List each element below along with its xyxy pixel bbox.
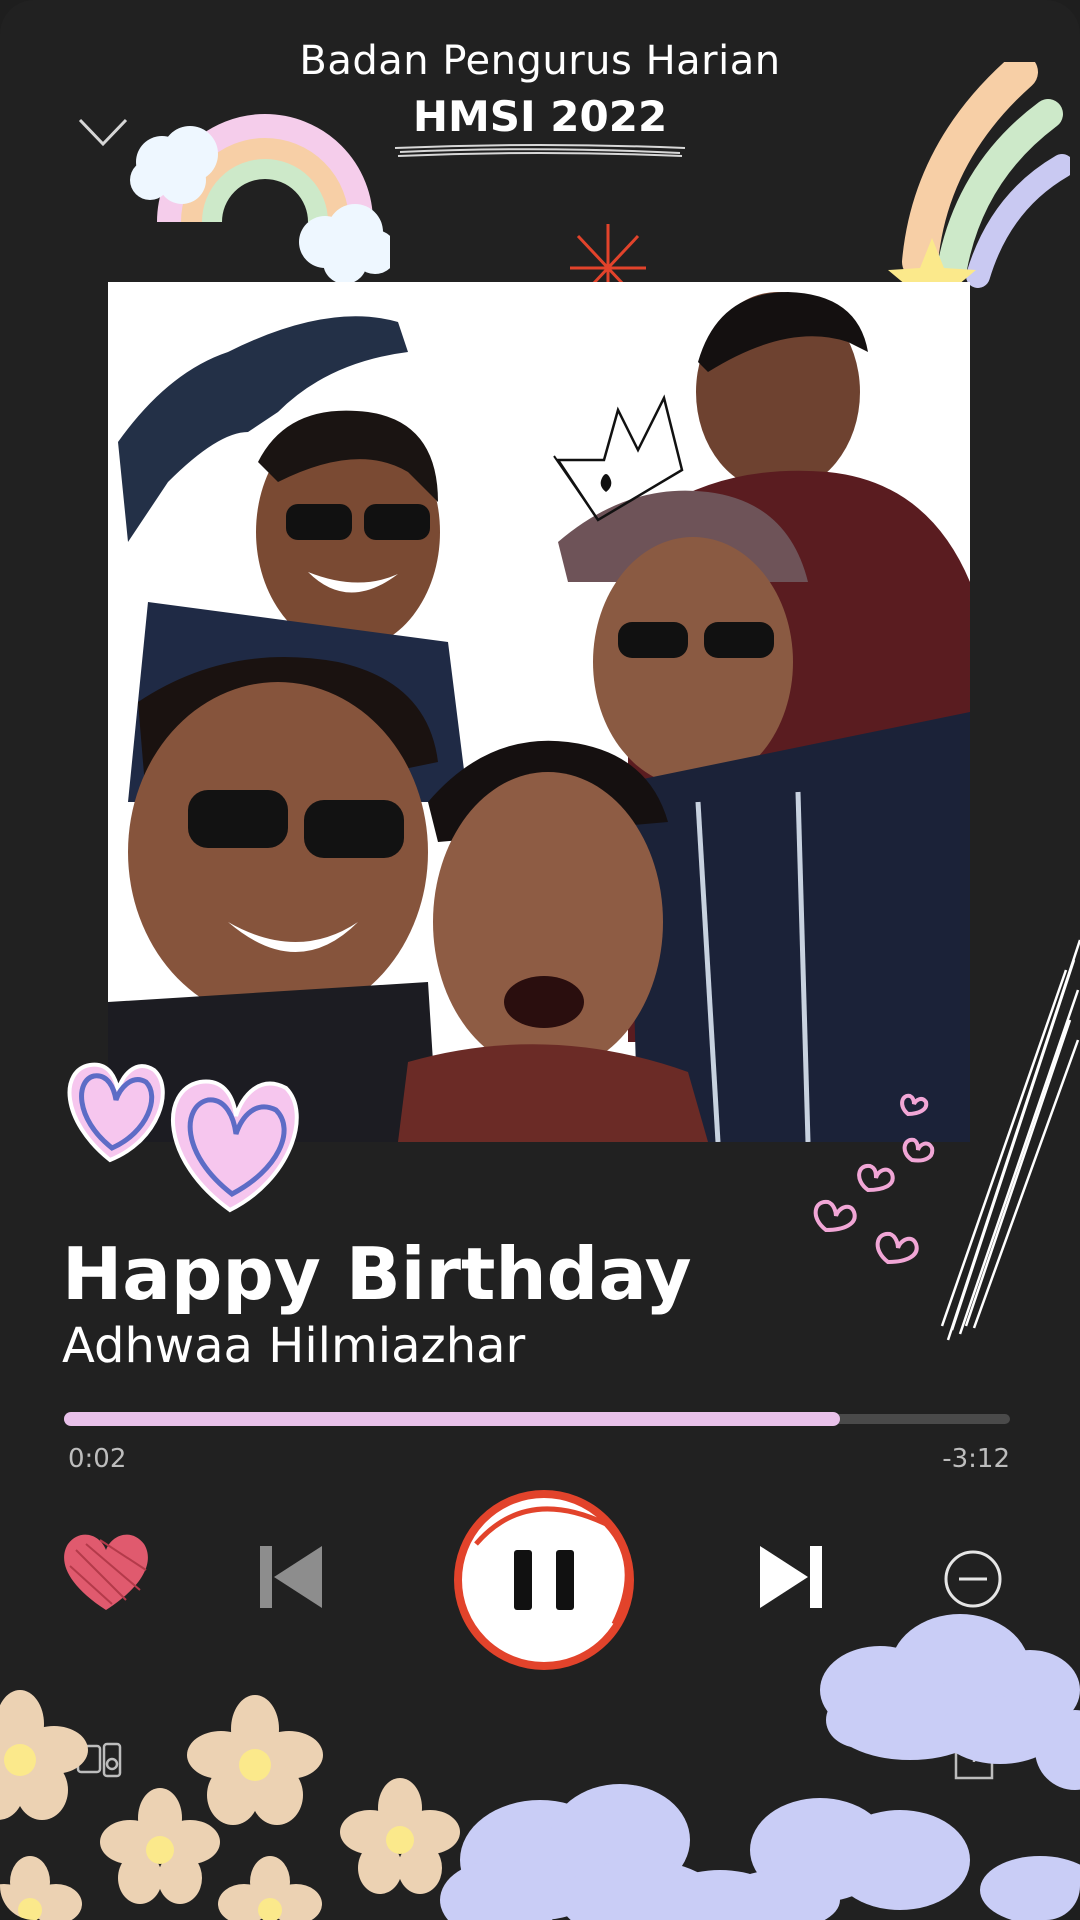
progress-fill	[64, 1412, 840, 1426]
scribble-underline	[394, 144, 686, 157]
artist-name[interactable]: Adhwaa Hilmiazhar	[62, 1318, 525, 1374]
minus-circle-icon[interactable]	[942, 1548, 1004, 1610]
chevron-down-icon[interactable]	[76, 116, 130, 150]
remaining-time: -3:12	[942, 1444, 1010, 1474]
song-title: Happy Birthday	[62, 1232, 692, 1316]
header-title: HMSI 2022	[412, 92, 668, 141]
skip-next-icon[interactable]	[756, 1542, 826, 1612]
skip-previous-icon[interactable]	[256, 1542, 326, 1612]
flower-doodle	[0, 1690, 460, 1920]
header-subtitle: Badan Pengurus Harian	[299, 38, 781, 84]
person-photo	[108, 657, 438, 1142]
heart-icon[interactable]	[56, 1530, 156, 1614]
share-icon[interactable]	[952, 1728, 996, 1782]
elapsed-time: 0:02	[68, 1444, 127, 1474]
devices-icon[interactable]	[76, 1740, 124, 1780]
player-screen: Badan Pengurus Harian HMSI 2022 Happy Bi…	[0, 0, 1080, 1920]
photo-collage	[108, 282, 970, 1142]
progress-bar[interactable]	[64, 1412, 1010, 1426]
pause-button[interactable]	[446, 1484, 644, 1674]
album-art	[108, 282, 970, 1142]
